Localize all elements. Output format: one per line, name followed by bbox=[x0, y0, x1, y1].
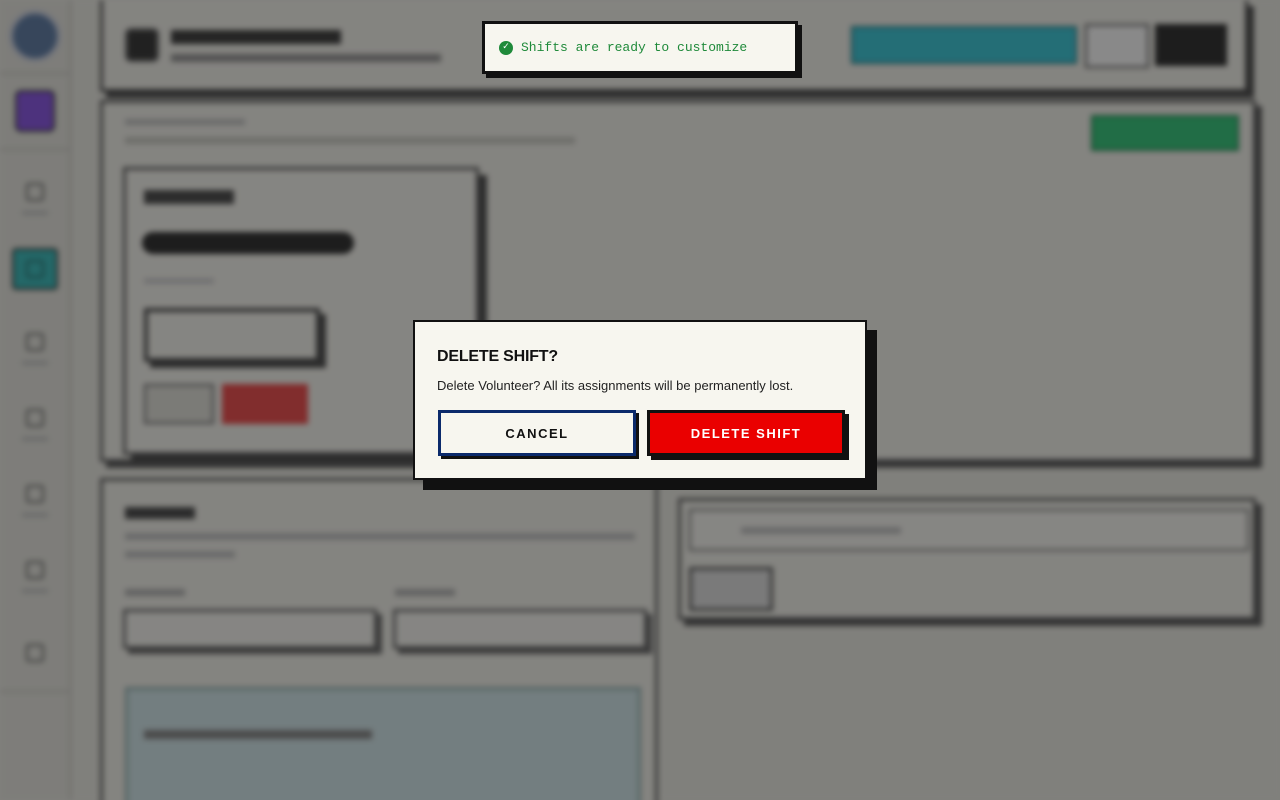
cancel-button[interactable]: CANCEL bbox=[438, 410, 636, 456]
success-toast: ✓ Shifts are ready to customize bbox=[482, 21, 798, 74]
dialog-title: DELETE SHIFT? bbox=[437, 348, 558, 365]
check-circle-icon: ✓ bbox=[499, 40, 513, 55]
delete-shift-dialog: DELETE SHIFT? Delete Volunteer? All its … bbox=[413, 320, 867, 480]
dialog-message: Delete Volunteer? All its assignments wi… bbox=[437, 378, 794, 393]
toast-message: Shifts are ready to customize bbox=[521, 40, 748, 55]
delete-shift-button[interactable]: DELETE SHIFT bbox=[647, 410, 845, 456]
